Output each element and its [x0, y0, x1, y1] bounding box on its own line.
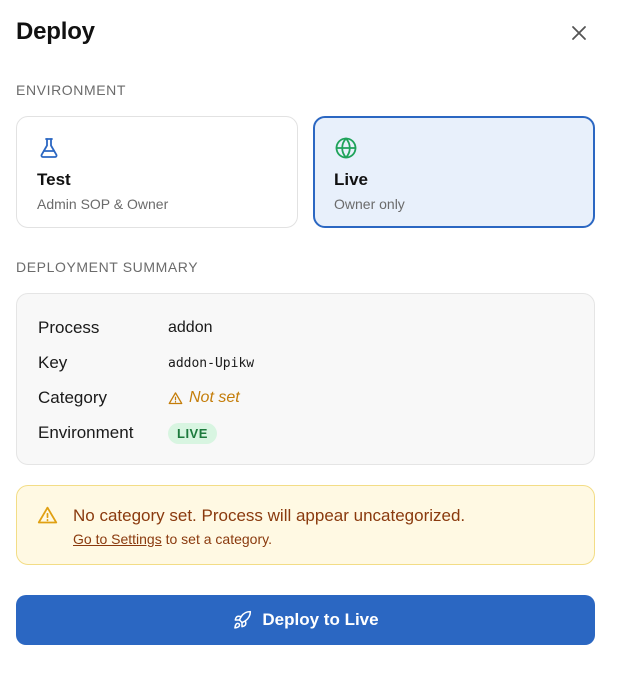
- live-status-badge: LIVE: [168, 422, 217, 444]
- summary-section-label: DEPLOYMENT SUMMARY: [16, 259, 199, 275]
- globe-icon: [335, 137, 357, 159]
- summary-key: Process: [38, 318, 100, 337]
- category-not-set-text: Not set: [189, 389, 240, 406]
- env-option-title: Test: [37, 170, 71, 189]
- close-button[interactable]: [566, 20, 592, 46]
- environment-section-label: ENVIRONMENT: [16, 82, 127, 98]
- summary-row-category: Category Not set: [38, 386, 240, 410]
- warning-icon: [168, 391, 183, 404]
- category-value: Not set: [168, 389, 240, 407]
- summary-row-environment: Environment LIVE: [38, 421, 217, 445]
- summary-key: Key: [38, 353, 68, 372]
- close-icon: [572, 26, 586, 40]
- summary-key: Environment: [38, 423, 134, 442]
- warning-message: No category set. Process will appear unc…: [73, 506, 466, 525]
- summary-row-process: Process addon: [38, 316, 213, 340]
- summary-row-key: Key addon-Upikw: [38, 351, 254, 375]
- process-value: addon: [168, 319, 213, 336]
- key-value: addon-Upikw: [168, 355, 255, 371]
- env-option-subtitle: Admin SOP & Owner: [37, 196, 169, 212]
- deployment-summary: Process addon Key addon-Upikw Category N…: [16, 293, 595, 465]
- warning-subtext: Go to Settings to set a category.: [73, 531, 272, 547]
- dialog-title: Deploy: [16, 18, 95, 45]
- category-warning-banner: No category set. Process will appear unc…: [16, 485, 595, 565]
- go-to-settings-link[interactable]: Go to Settings: [73, 531, 162, 547]
- deploy-button-label: Deploy to Live: [262, 610, 379, 629]
- env-option-title: Live: [334, 170, 369, 189]
- env-option-live[interactable]: Live Owner only: [313, 116, 595, 228]
- summary-key: Category: [38, 388, 107, 407]
- env-option-subtitle: Owner only: [334, 196, 405, 212]
- warning-icon: [37, 506, 58, 524]
- warning-link-suffix: to set a category.: [161, 531, 272, 547]
- deploy-to-live-button[interactable]: Deploy to Live: [16, 595, 595, 645]
- flask-icon: [40, 138, 58, 158]
- rocket-icon: [234, 610, 252, 629]
- env-option-test[interactable]: Test Admin SOP & Owner: [16, 116, 298, 228]
